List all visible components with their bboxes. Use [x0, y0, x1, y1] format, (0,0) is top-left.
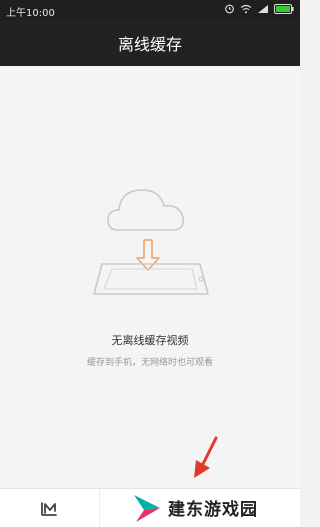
empty-state-title: 无离线缓存视频	[111, 334, 189, 347]
watermark-text: 建东游戏园	[168, 500, 258, 520]
empty-state-panel: 无离线缓存视频 缓存到手机，无网络时也可观看	[0, 66, 300, 488]
watermark: 建东游戏园	[130, 488, 300, 527]
empty-state-subtitle: 缓存到手机，无网络时也可观看	[86, 358, 213, 368]
status-icons	[224, 3, 294, 14]
watermark-logo-icon	[134, 494, 160, 522]
alarm-icon	[225, 4, 234, 14]
cloud-icon	[107, 189, 185, 231]
signal-icon	[258, 4, 268, 13]
page-title: 离线缓存	[117, 35, 182, 54]
tab-second[interactable]	[100, 489, 130, 527]
offline-cache-illustration	[93, 189, 209, 295]
status-bar: 上午10:00	[0, 0, 300, 20]
download-arrow-icon	[136, 239, 160, 271]
status-time: 上午10:00	[6, 8, 55, 19]
wifi-icon	[240, 4, 252, 13]
title-bar: 离线缓存	[0, 20, 300, 66]
m-logo-icon	[40, 502, 57, 516]
battery-icon	[274, 3, 294, 14]
tab-home[interactable]	[0, 489, 100, 527]
pointer-arrow-icon	[194, 436, 218, 478]
